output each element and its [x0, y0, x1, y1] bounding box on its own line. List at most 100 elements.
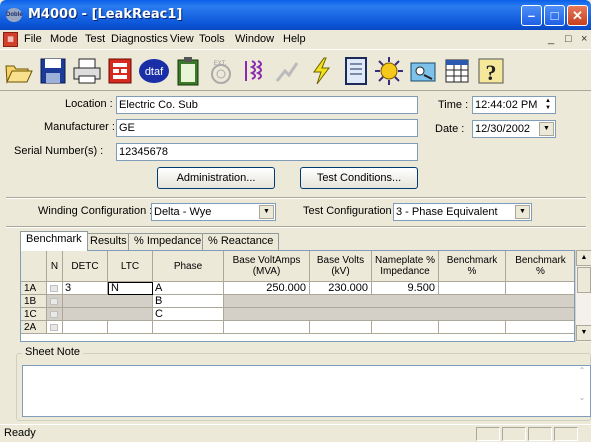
document-icon[interactable]: ▦: [3, 32, 18, 47]
disabled-cell: [224, 295, 574, 308]
mva-cell[interactable]: 250.000: [224, 282, 310, 295]
tab-benchmark[interactable]: Benchmark: [20, 231, 88, 251]
status-panel: [476, 427, 500, 441]
col-header-base-volts[interactable]: Base Volts (kV): [310, 251, 372, 282]
date-picker[interactable]: 12/30/2002 ▼: [472, 120, 556, 138]
phase-cell[interactable]: B: [153, 295, 224, 308]
sheet-note-textarea[interactable]: [22, 365, 591, 417]
row-label[interactable]: 1A: [21, 282, 47, 295]
phase-cell[interactable]: [153, 321, 224, 334]
menu-mode[interactable]: Mode: [50, 33, 78, 45]
chevron-down-icon[interactable]: ▼: [539, 122, 554, 136]
benchmark-cell[interactable]: [506, 321, 574, 334]
help-icon[interactable]: ?: [475, 55, 507, 87]
n-checkbox[interactable]: [47, 282, 63, 295]
lightning-icon[interactable]: [305, 55, 337, 87]
detc-cell[interactable]: [63, 321, 108, 334]
scroll-up-icon[interactable]: ▲: [576, 250, 591, 266]
n-checkbox[interactable]: [47, 321, 63, 334]
row-label[interactable]: 2A: [21, 321, 47, 334]
row-label[interactable]: 1C: [21, 308, 47, 321]
administration-button[interactable]: Administration...: [157, 167, 275, 189]
print-icon[interactable]: [71, 55, 103, 87]
status-bar: Ready: [0, 424, 591, 442]
chevron-down-icon[interactable]: ▼: [259, 205, 274, 219]
test-config-dropdown[interactable]: 3 - Phase Equivalent ▼: [393, 203, 532, 221]
mdi-minimize-button[interactable]: _: [548, 33, 554, 45]
scroll-thumb[interactable]: [577, 267, 591, 293]
col-header-n[interactable]: N: [47, 251, 63, 282]
phase-cell[interactable]: A: [153, 282, 224, 295]
ltc-cell[interactable]: N: [108, 282, 153, 295]
tab-impedance[interactable]: % Impedance: [128, 233, 208, 250]
col-header-base-voltamps[interactable]: Base VoltAmps (MVA): [224, 251, 310, 282]
winding-icon[interactable]: [238, 55, 270, 87]
note-scrollbar[interactable]: ⌃ ⌄: [575, 366, 589, 416]
n-checkbox[interactable]: [47, 295, 63, 308]
menu-bar: ▦ File Mode Test Diagnostics View Tools …: [0, 30, 591, 49]
row-label[interactable]: 1B: [21, 295, 47, 308]
window-title: M4000 - [LeakReac1]: [28, 7, 183, 22]
menu-tools[interactable]: Tools: [199, 33, 225, 45]
winding-config-dropdown[interactable]: Delta - Wye ▼: [151, 203, 276, 221]
col-header-detc[interactable]: DETC: [63, 251, 108, 282]
n-checkbox[interactable]: [47, 308, 63, 321]
test-conditions-button[interactable]: Test Conditions...: [300, 167, 418, 189]
scroll-down-icon[interactable]: ▼: [576, 325, 591, 341]
col-header-benchmark-1[interactable]: Benchmark %: [439, 251, 506, 282]
benchmark-cell[interactable]: [439, 321, 506, 334]
grid-scrollbar[interactable]: ▲ ▼: [575, 250, 591, 342]
open-folder-icon[interactable]: [3, 55, 35, 87]
close-button[interactable]: ✕: [567, 5, 588, 26]
phase-cell[interactable]: C: [153, 308, 224, 321]
divider: [6, 197, 586, 199]
time-field[interactable]: 12:44:02 PM ▲ ▼: [472, 96, 556, 114]
chevron-down-icon[interactable]: ▼: [515, 205, 530, 219]
tab-reactance[interactable]: % Reactance: [202, 233, 280, 250]
tab-results[interactable]: Results: [84, 233, 133, 250]
benchmark-cell[interactable]: [439, 282, 506, 295]
menu-window[interactable]: Window: [235, 33, 274, 45]
manufacturer-field[interactable]: GE: [116, 119, 418, 137]
location-field[interactable]: Electric Co. Sub: [116, 96, 418, 114]
col-header-benchmark-2[interactable]: Benchmark %: [506, 251, 574, 282]
spreadsheet-icon[interactable]: [441, 55, 473, 87]
menu-file[interactable]: File: [24, 33, 42, 45]
save-disk-icon[interactable]: [37, 55, 69, 87]
mdi-close-button[interactable]: ×: [581, 33, 587, 45]
tools-icon[interactable]: [407, 55, 439, 87]
detc-cell[interactable]: 3: [63, 282, 108, 295]
title-bar[interactable]: Doble M4000 - [LeakReac1] – □ ✕: [0, 0, 591, 30]
serial-number-field[interactable]: 12345678: [116, 143, 418, 161]
menu-test[interactable]: Test: [85, 33, 105, 45]
time-spinner[interactable]: ▲ ▼: [542, 98, 554, 112]
test-config-value: 3 - Phase Equivalent: [396, 206, 498, 218]
minimize-button[interactable]: –: [521, 5, 542, 26]
clipboard-icon[interactable]: [172, 55, 204, 87]
svg-text:?: ?: [486, 60, 497, 85]
sun-icon[interactable]: [373, 55, 405, 87]
maximize-button[interactable]: □: [544, 5, 565, 26]
menu-view[interactable]: View: [170, 33, 194, 45]
report-icon[interactable]: [104, 55, 136, 87]
sheet-note-label: Sheet Note: [22, 346, 84, 358]
benchmark-cell[interactable]: [506, 282, 574, 295]
status-panel: [502, 427, 526, 441]
col-header-nameplate-impedance[interactable]: Nameplate % Impedance: [372, 251, 439, 282]
impedance-cell[interactable]: 9.500: [372, 282, 439, 295]
notebook-icon[interactable]: [339, 55, 371, 87]
mva-cell[interactable]: [224, 321, 310, 334]
kv-cell[interactable]: 230.000: [310, 282, 372, 295]
ext-icon[interactable]: EXT.: [205, 55, 237, 87]
location-label: Location :: [65, 98, 113, 110]
ltc-cell[interactable]: [108, 321, 153, 334]
dtaf-icon[interactable]: dtaf: [138, 55, 170, 87]
menu-help[interactable]: Help: [283, 33, 306, 45]
col-header-phase[interactable]: Phase: [153, 251, 224, 282]
kv-cell[interactable]: [310, 321, 372, 334]
chart-icon[interactable]: [271, 55, 303, 87]
menu-diagnostics[interactable]: Diagnostics: [111, 33, 168, 45]
mdi-restore-button[interactable]: □: [565, 33, 572, 45]
col-header-ltc[interactable]: LTC: [108, 251, 153, 282]
impedance-cell[interactable]: [372, 321, 439, 334]
